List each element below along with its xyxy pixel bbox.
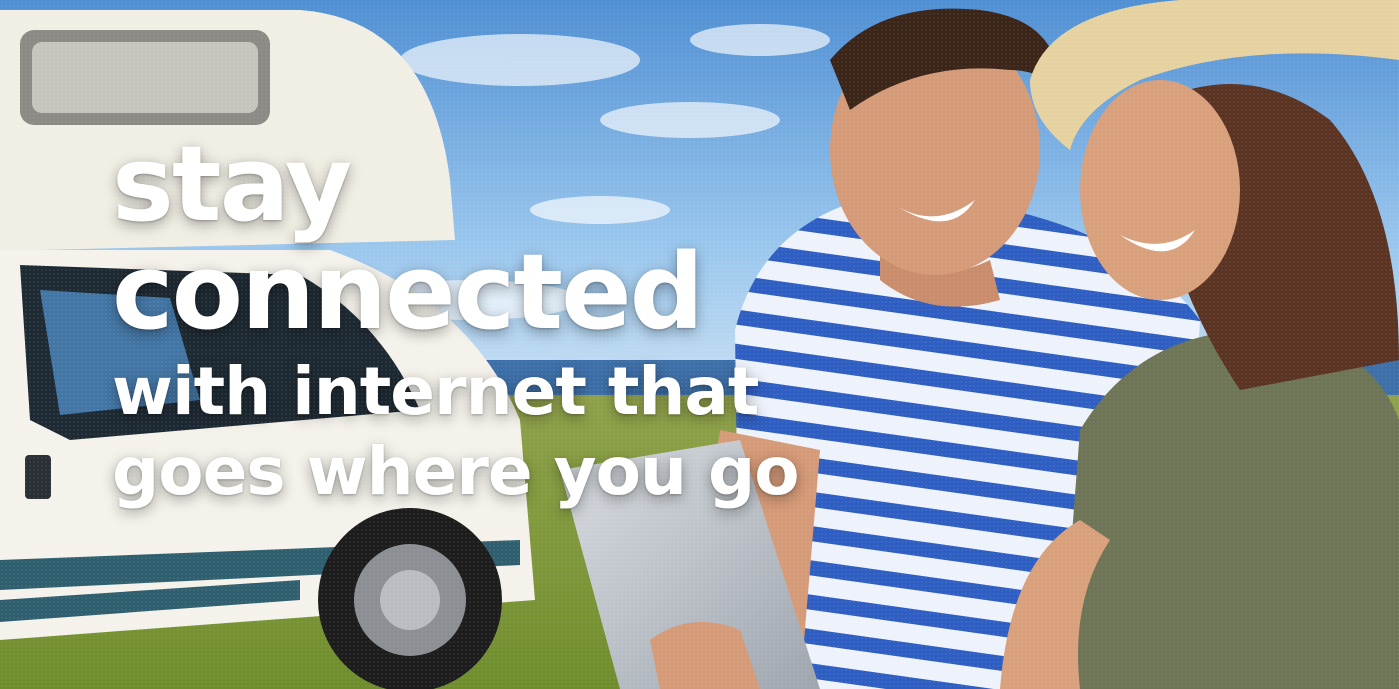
- headline-line-internet: with internet that: [112, 353, 759, 430]
- headline-line-stay: stay: [112, 123, 352, 245]
- headline: stay connected with internet that goes w…: [112, 130, 832, 512]
- headline-line-connected: connected: [112, 231, 704, 353]
- hero-banner: stay connected with internet that goes w…: [0, 0, 1399, 689]
- headline-line-goes-where: goes where you go: [112, 433, 800, 510]
